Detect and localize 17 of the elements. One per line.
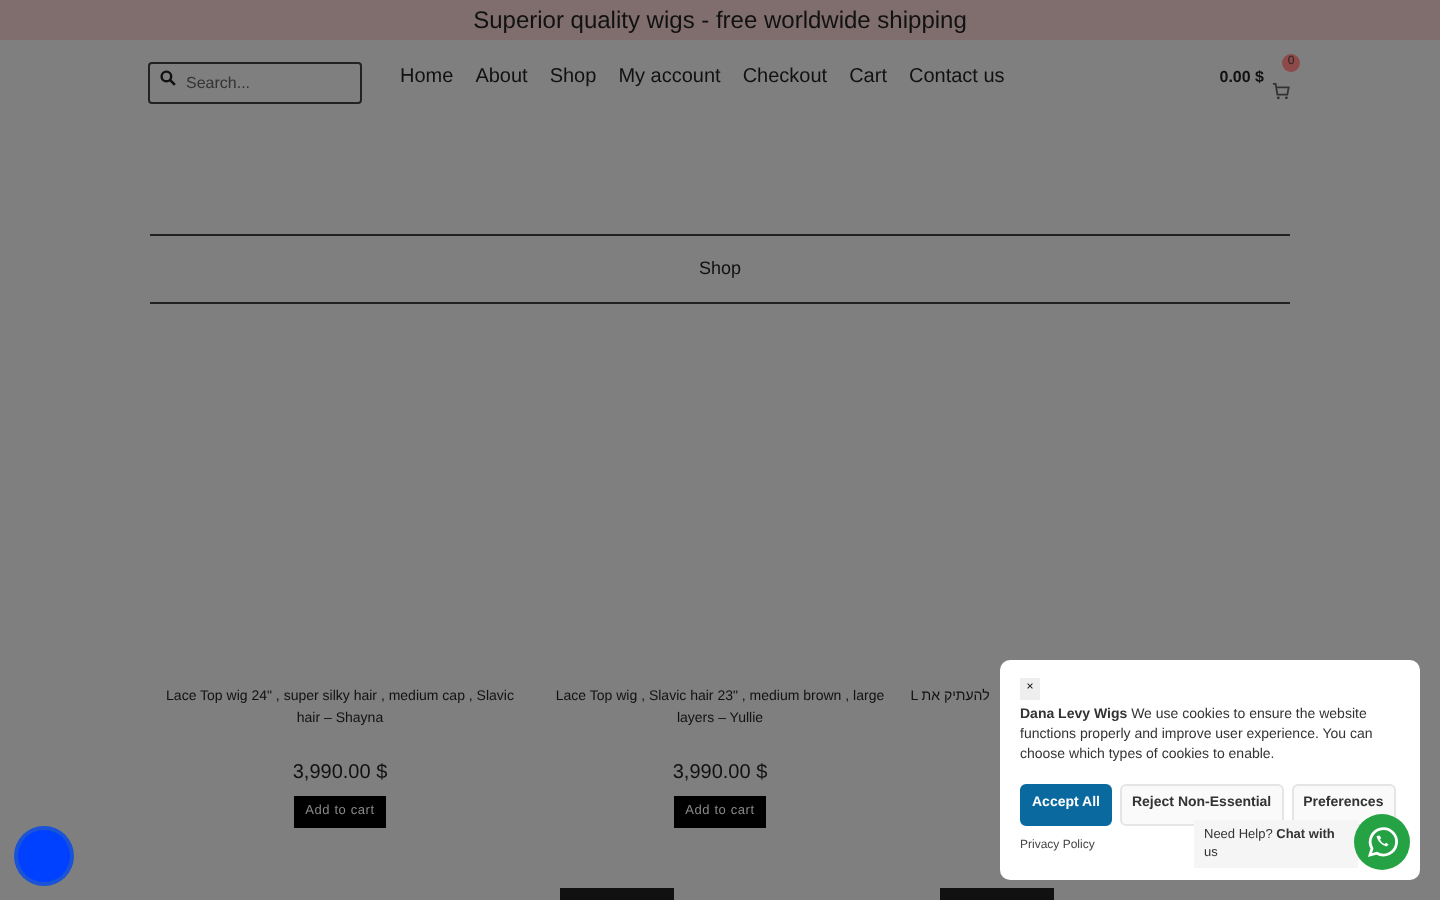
nav-link[interactable]: My account bbox=[618, 62, 721, 92]
nav-link[interactable]: Checkout bbox=[742, 62, 828, 92]
search-field[interactable]: Search... bbox=[148, 62, 362, 104]
accessibility-button[interactable] bbox=[14, 826, 74, 886]
announcement-bar: Superior quality wigs - free worldwide shipping bbox=[0, 0, 1440, 40]
nav-link[interactable]: Cart bbox=[849, 62, 887, 92]
search-icon bbox=[160, 70, 176, 86]
nav-link[interactable]: Shop bbox=[549, 62, 597, 92]
page-title: Shop bbox=[150, 234, 1290, 304]
nav-link[interactable]: Contact us bbox=[908, 62, 1005, 92]
cart-total[interactable]: 0.00 $ bbox=[1219, 65, 1264, 89]
nav-link[interactable]: Home bbox=[400, 62, 454, 92]
product-price: 3,990.00 $ bbox=[292, 760, 388, 788]
cart-icon[interactable] bbox=[1272, 81, 1290, 100]
product-price: 3,990.00 $ bbox=[672, 760, 768, 788]
nav-link[interactable]: About bbox=[475, 62, 528, 92]
chat-icon[interactable] bbox=[1354, 814, 1410, 870]
